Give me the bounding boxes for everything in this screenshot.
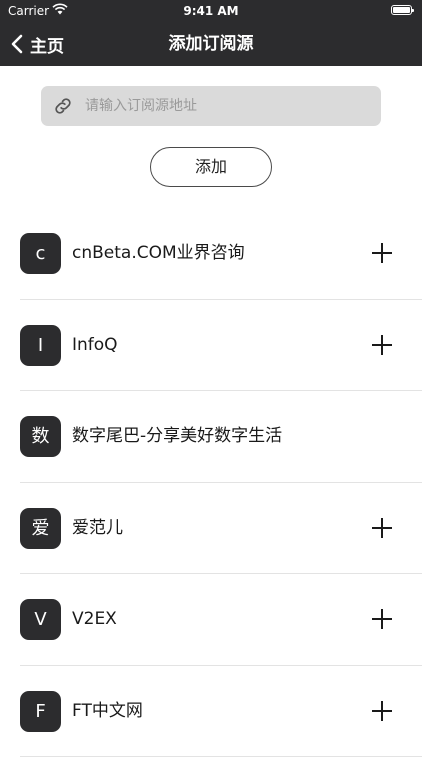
feed-item[interactable]: F FT中文网 <box>0 666 422 757</box>
feed-title: FT中文网 <box>72 666 143 757</box>
feed-title: V2EX <box>72 574 117 666</box>
navigation-bar: 主页 添加订阅源 <box>0 22 422 66</box>
feed-title: 爱范儿 <box>72 483 123 575</box>
plus-icon[interactable] <box>372 609 392 629</box>
status-time: 9:41 AM <box>0 4 422 18</box>
feed-item[interactable]: V V2EX <box>0 574 422 666</box>
plus-icon[interactable] <box>372 518 392 538</box>
plus-icon[interactable] <box>372 243 392 263</box>
battery-icon <box>391 5 412 15</box>
chevron-left-icon <box>10 34 24 54</box>
feed-avatar: 数 <box>20 416 61 457</box>
feed-title: InfoQ <box>72 300 118 392</box>
back-button[interactable]: 主页 <box>10 22 64 66</box>
feed-list: ccnBeta.COM业界咨询IInfoQ数数字尾巴-分享美好数字生活爱爱范儿V… <box>0 208 422 757</box>
feed-item[interactable]: 爱爱范儿 <box>0 483 422 575</box>
feed-title: 数字尾巴-分享美好数字生活 <box>72 391 282 483</box>
status-bar: Carrier 9:41 AM <box>0 0 422 22</box>
link-icon <box>52 95 74 117</box>
feed-item[interactable]: 数数字尾巴-分享美好数字生活 <box>0 391 422 483</box>
add-button[interactable]: 添加 <box>150 147 272 187</box>
feed-item[interactable]: c cnBeta.COM业界咨询 <box>0 208 422 300</box>
feed-url-search-box <box>41 86 381 126</box>
feed-avatar: c <box>20 233 61 274</box>
back-label: 主页 <box>30 32 64 57</box>
feed-avatar: V <box>20 599 61 640</box>
feed-avatar: I <box>20 325 61 366</box>
plus-icon[interactable] <box>372 335 392 355</box>
feed-avatar: 爱 <box>20 508 61 549</box>
feed-url-input[interactable] <box>83 97 381 115</box>
feed-item[interactable]: I InfoQ <box>0 300 422 392</box>
app-header: Carrier 9:41 AM 主页 添加订阅源 <box>0 0 422 66</box>
feed-title: cnBeta.COM业界咨询 <box>72 208 245 300</box>
plus-icon[interactable] <box>372 701 392 721</box>
feed-avatar: F <box>20 691 61 732</box>
